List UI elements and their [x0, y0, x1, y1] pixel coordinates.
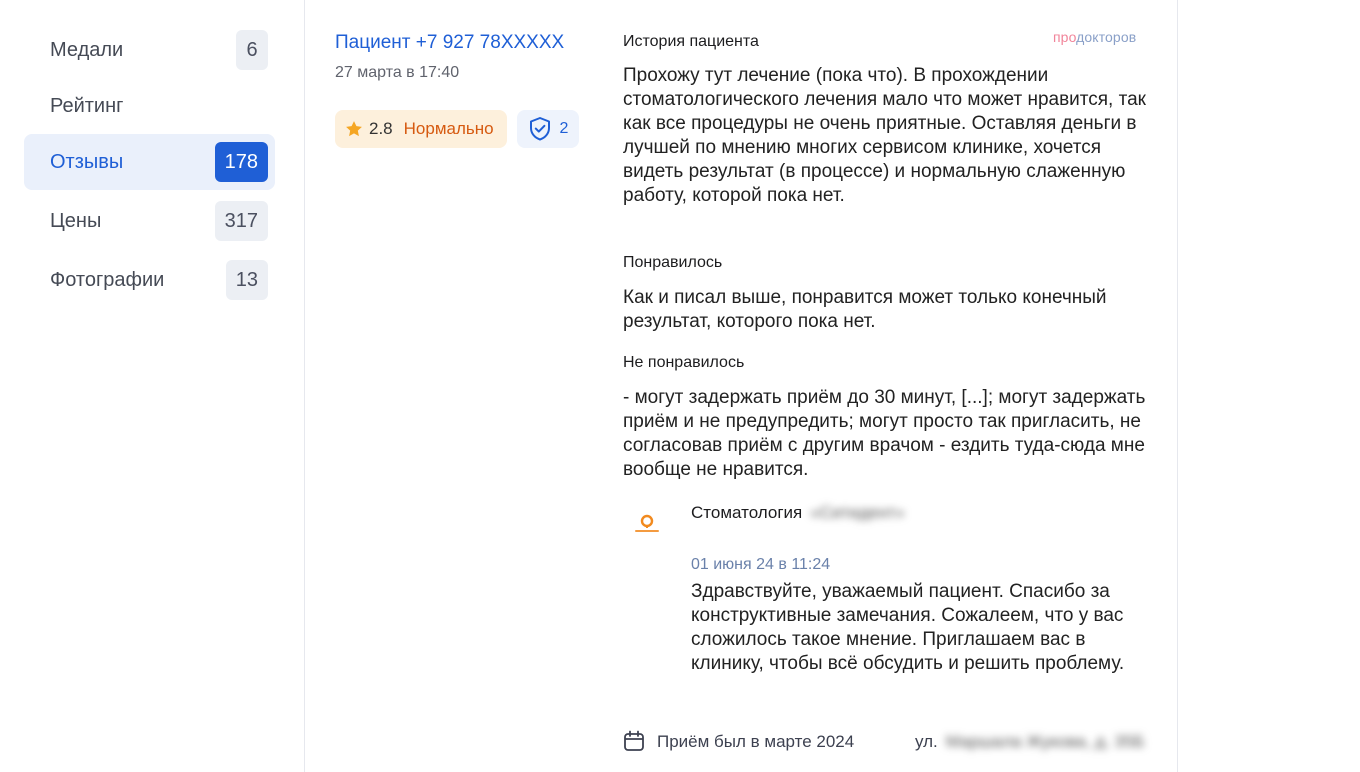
sidebar-item-count: 178 — [214, 142, 268, 182]
verified-count: 2 — [559, 120, 569, 137]
history-text: Прохожу тут лечение (пока что). В прохож… — [623, 65, 1146, 206]
sidebar-item-reviews[interactable]: Отзывы 178 — [24, 134, 275, 190]
reply-date: 01 июня 24 в 11:24 — [691, 556, 831, 573]
verified-badge[interactable]: 2 — [517, 110, 579, 148]
address-prefix: ул. — [915, 732, 938, 751]
sidebar-item-label: Медали — [50, 38, 124, 61]
rating-value: 2.8 — [369, 119, 393, 138]
sidebar-item-photos[interactable]: Фотографии 13 — [24, 252, 275, 308]
brand-logo-part: докторов — [1076, 29, 1137, 45]
clinic-logo — [635, 514, 659, 532]
address-blurred: Маршала Жукова, д. 35Б — [945, 732, 1145, 751]
star-icon — [346, 121, 362, 137]
review-card: Пациент +7 927 78XXXXX 27 марта в 17:40 … — [304, 0, 1178, 772]
sidebar-item-count: 13 — [225, 260, 268, 300]
disliked-text: - могут задержать приём до 30 минут, [..… — [623, 387, 1146, 480]
sidebar-item-label: Отзывы — [50, 150, 124, 173]
disliked-title: Не понравилось — [623, 354, 745, 371]
clinic-name-blurred: «Ситидент» — [810, 503, 905, 522]
rating-text: Нормально — [403, 119, 494, 138]
liked-title: Понравилось — [623, 254, 723, 271]
brand-logo: продокторов — [1053, 29, 1136, 45]
rating-badge: 2.8 Нормально — [335, 110, 507, 148]
sidebar-item-medals[interactable]: Медали 6 — [24, 22, 275, 78]
visit-date: Приём был в марте 2024 — [657, 732, 855, 751]
sidebar-item-count: 6 — [236, 30, 268, 70]
clinic-address: ул. Маршала Жукова, д. 35Б — [915, 732, 1145, 752]
liked-text: Как и писал выше, понравится может тольк… — [623, 287, 1107, 332]
clinic-label: Стоматология — [691, 503, 803, 522]
sidebar-item-label: Фотографии — [50, 268, 165, 291]
sidebar-item-label: Рейтинг — [50, 94, 124, 117]
sidebar-nav: Медали 6 Рейтинг Отзывы 178 Цены 317 Фот… — [0, 0, 290, 772]
reply-text: Здравствуйте, уважаемый пациент. Спасибо… — [691, 581, 1125, 674]
sidebar-item-label: Цены — [50, 209, 102, 232]
review-author-link[interactable]: Пациент +7 927 78XXXXX — [335, 32, 564, 54]
sidebar-item-rating[interactable]: Рейтинг — [24, 78, 275, 134]
history-title: История пациента — [623, 33, 759, 50]
sidebar-item-cut-off — [50, 0, 55, 8]
shield-check-icon — [529, 117, 550, 141]
calendar-icon — [624, 730, 644, 751]
review-date: 27 марта в 17:40 — [335, 64, 460, 81]
clinic-name: Стоматология «Ситидент» — [691, 503, 905, 523]
sidebar-item-prices[interactable]: Цены 317 — [24, 193, 275, 249]
brand-logo-part: про — [1053, 29, 1077, 45]
sidebar-item-count: 317 — [214, 201, 268, 241]
